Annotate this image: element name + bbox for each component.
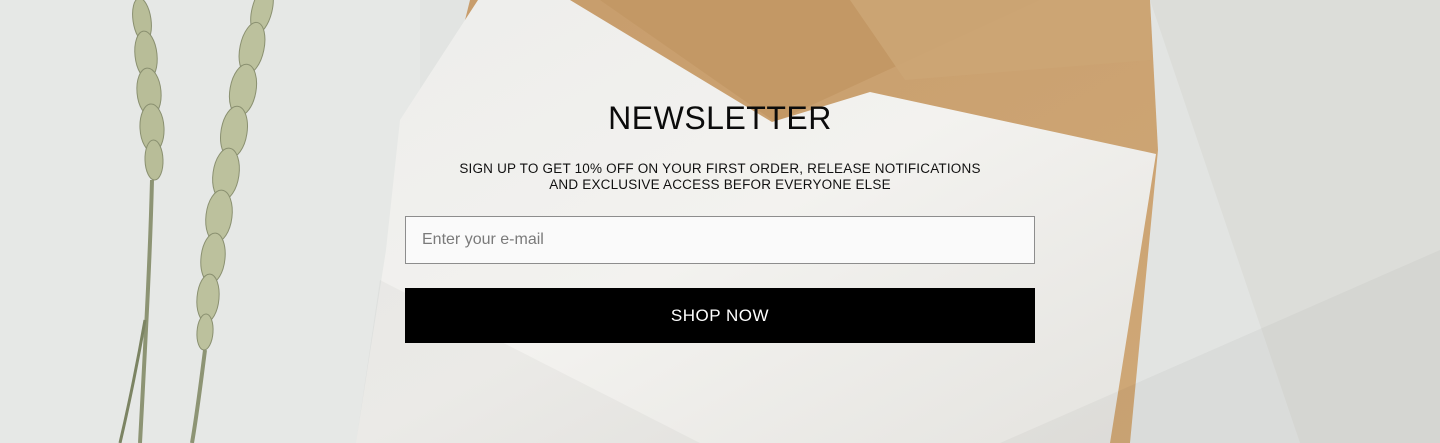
newsletter-title: NEWSLETTER [608,100,832,136]
subtitle-line-2: AND EXCLUSIVE ACCESS BEFOR EVERYONE ELSE [549,177,891,192]
newsletter-subtitle: SIGN UP TO GET 10% OFF ON YOUR FIRST ORD… [420,161,1020,193]
newsletter-banner: NEWSLETTER SIGN UP TO GET 10% OFF ON YOU… [0,0,1440,443]
email-input[interactable] [405,216,1035,264]
shop-now-button[interactable]: SHOP NOW [405,288,1035,343]
subtitle-line-1: SIGN UP TO GET 10% OFF ON YOUR FIRST ORD… [459,161,981,176]
newsletter-content: NEWSLETTER SIGN UP TO GET 10% OFF ON YOU… [0,0,1440,443]
